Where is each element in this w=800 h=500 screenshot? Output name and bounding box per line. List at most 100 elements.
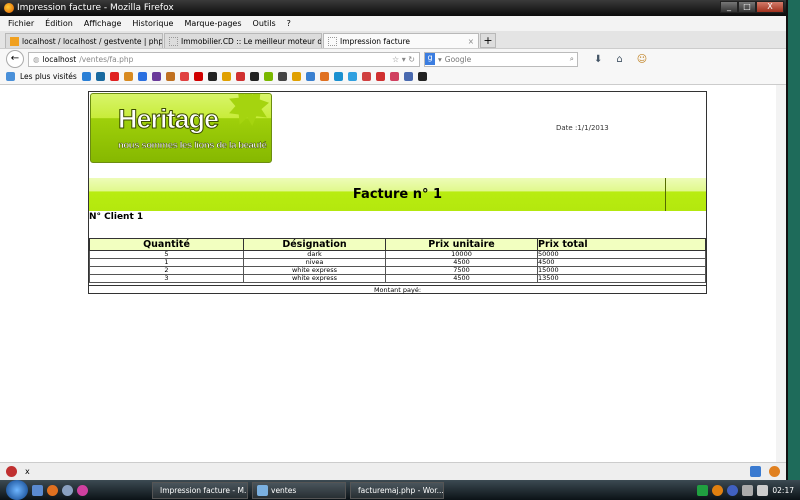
maximize-button[interactable]: □ [738,1,756,13]
app-icon[interactable] [77,484,88,496]
bookmark-icon[interactable] [151,72,161,81]
tab-bar: localhost / localhost / gestvente | phpM… [0,31,786,48]
tray-icon[interactable] [727,484,739,496]
bookmark-most-visited[interactable]: Les plus visités [20,72,77,81]
client-number: N° Client 1 [89,212,144,222]
bookmark-icon[interactable] [263,72,273,81]
search-box[interactable]: g ▾ Google ⌕ [424,51,578,67]
bookmark-icon[interactable] [403,72,413,81]
logo-slogan: nous sommes les lions de la beauté [118,140,267,151]
invoice-title-band: Facture n° 1 [89,178,706,211]
home-icon[interactable]: ⌂ [616,54,622,65]
url-bar[interactable]: ◍ localhost/ventes/fa.php ☆ ▾ ↻ [28,51,420,67]
bookmark-icon[interactable] [389,72,399,81]
bookmark-icon[interactable] [193,72,203,81]
bookmarks-toolbar: Les plus visités [0,69,786,85]
menu-edition[interactable]: Édition [45,19,73,28]
page-content: Heritage nous sommes les lions de la bea… [0,85,786,462]
tab-immobilier[interactable]: Immobilier.CD :: Le meilleur moteur de r… [164,33,322,48]
search-engine-dropdown-icon[interactable]: ▾ [438,55,442,64]
title-bar: Impression facture - Mozilla Firefox _ □… [0,0,786,16]
bookmark-star-icon[interactable]: ☆ [392,55,399,64]
clock[interactable]: 02:17 [772,486,794,495]
globe-icon: ◍ [33,54,40,64]
cell-prix-total: 15000 [537,266,706,275]
app-icon[interactable] [62,484,73,496]
col-designation: Désignation [243,238,386,251]
task-impression-facture[interactable]: Impression facture - M... [152,481,248,499]
menu-outils[interactable]: Outils [253,19,276,28]
montant-paye: Montant payé: [89,285,706,294]
cell-designation: white express [243,274,386,283]
bookmark-icon[interactable] [95,72,105,81]
firefox-sync-icon[interactable] [769,466,780,477]
menu-affichage[interactable]: Affichage [84,19,122,28]
bookmark-icon[interactable] [417,72,427,81]
table-row: 5 dark 10000 50000 [89,250,706,259]
menu-fichier[interactable]: Fichier [8,19,34,28]
bookmark-icon[interactable] [221,72,231,81]
bookmark-icon[interactable] [165,72,175,81]
bookmark-icon[interactable] [137,72,147,81]
extension-icon[interactable] [750,466,761,477]
folder-icon [257,484,268,496]
addon-bar: x [0,462,786,480]
bookmark-icon[interactable] [249,72,259,81]
url-host: localhost [42,54,77,64]
tray-icon[interactable] [712,484,724,496]
task-facturemaj[interactable]: facturemaj.php - Wor... [350,481,444,499]
bookmark-icon[interactable] [375,72,385,81]
bookmark-icon[interactable] [361,72,371,81]
start-button[interactable] [6,480,28,500]
dropdown-icon[interactable]: ▾ [402,55,406,64]
network-icon[interactable] [742,484,754,496]
adblock-icon[interactable] [6,466,17,477]
bookmark-icon[interactable] [123,72,133,81]
bookmark-icon[interactable] [81,72,91,81]
addon-icon[interactable]: ☺ [637,54,647,65]
task-ventes[interactable]: ventes [252,481,346,499]
download-icon[interactable]: ⬇ [594,54,602,65]
tab-phpmyadmin[interactable]: localhost / localhost / gestvente | phpM… [5,33,163,48]
new-tab-button[interactable]: + [480,33,496,48]
cell-prix-unitaire: 4500 [385,274,538,283]
close-button[interactable]: X [756,1,784,13]
window-title: Impression facture - Mozilla Firefox [17,3,174,13]
search-icon[interactable]: ⌕ [570,54,574,64]
task-label: ventes [271,485,297,495]
minimize-button[interactable]: _ [720,1,738,13]
bookmark-icon[interactable] [277,72,287,81]
col-prix-total: Prix total [537,238,706,251]
heritage-logo: Heritage nous sommes les lions de la bea… [90,93,272,163]
bookmark-icon[interactable] [179,72,189,81]
addon-bar-close[interactable]: x [25,467,30,476]
bookmark-icon[interactable] [319,72,329,81]
table-row: 3 white express 4500 13500 [89,274,706,283]
tray-icon[interactable] [697,484,709,496]
firefox-quicklaunch-icon[interactable] [47,484,58,496]
cell-prix-total: 4500 [537,258,706,267]
bookmark-icon[interactable] [347,72,357,81]
cell-quantite: 3 [89,274,244,283]
bookmark-icon[interactable] [333,72,343,81]
vertical-scrollbar[interactable] [776,85,786,462]
url-path: /ventes/fa.php [79,54,134,64]
bookmark-icon[interactable] [109,72,119,81]
menu-help[interactable]: ? [287,19,291,28]
cell-prix-total: 50000 [537,250,706,259]
bookmark-icon[interactable] [235,72,245,81]
tab-impression-facture[interactable]: Impression facture × [323,33,479,48]
google-icon[interactable]: g [425,53,435,65]
invoice: Heritage nous sommes les lions de la bea… [88,91,707,294]
show-desktop-icon[interactable] [32,484,43,496]
bookmark-icon[interactable] [207,72,217,81]
reload-icon[interactable]: ↻ [408,55,415,64]
volume-icon[interactable] [757,484,769,496]
menu-marque-pages[interactable]: Marque-pages [184,19,241,28]
tab-close-icon[interactable]: × [468,37,474,46]
menu-historique[interactable]: Historique [132,19,173,28]
bookmark-icon[interactable] [305,72,315,81]
bookmark-icon[interactable] [291,72,301,81]
back-button[interactable]: ← [6,50,24,68]
firefox-icon [4,3,14,13]
